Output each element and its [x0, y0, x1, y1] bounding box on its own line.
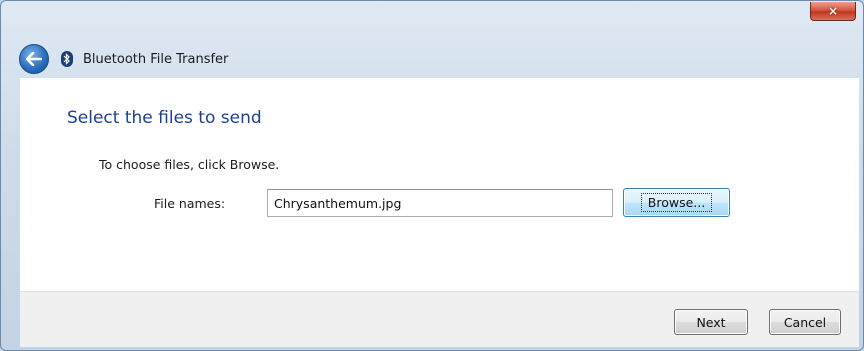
- title-bar: Bluetooth File Transfer: [1, 41, 863, 77]
- back-button[interactable]: [19, 44, 49, 74]
- window-title: Bluetooth File Transfer: [83, 51, 229, 67]
- file-names-value: Chrysanthemum.jpg: [274, 195, 402, 211]
- footer-bar: Next Cancel: [20, 291, 859, 347]
- browse-button[interactable]: Browse...: [623, 188, 730, 217]
- bluetooth-icon: [61, 51, 73, 67]
- cancel-button-label: Cancel: [783, 314, 827, 330]
- content-panel: Select the files to send To choose files…: [20, 78, 859, 291]
- cancel-button[interactable]: Cancel: [769, 309, 841, 335]
- next-button-label: Next: [696, 314, 726, 330]
- file-names-label: File names:: [154, 196, 226, 211]
- dialog-window: × Bluetooth File Transfer Select the fil…: [0, 0, 864, 351]
- page-heading: Select the files to send: [67, 108, 262, 128]
- file-names-input[interactable]: Chrysanthemum.jpg: [267, 189, 613, 217]
- browse-button-label: Browse...: [640, 193, 713, 212]
- next-button[interactable]: Next: [674, 309, 748, 335]
- close-button[interactable]: ×: [810, 2, 856, 21]
- close-icon: ×: [827, 4, 839, 18]
- back-arrow-icon: [26, 52, 42, 66]
- instruction-text: To choose files, click Browse.: [99, 157, 280, 172]
